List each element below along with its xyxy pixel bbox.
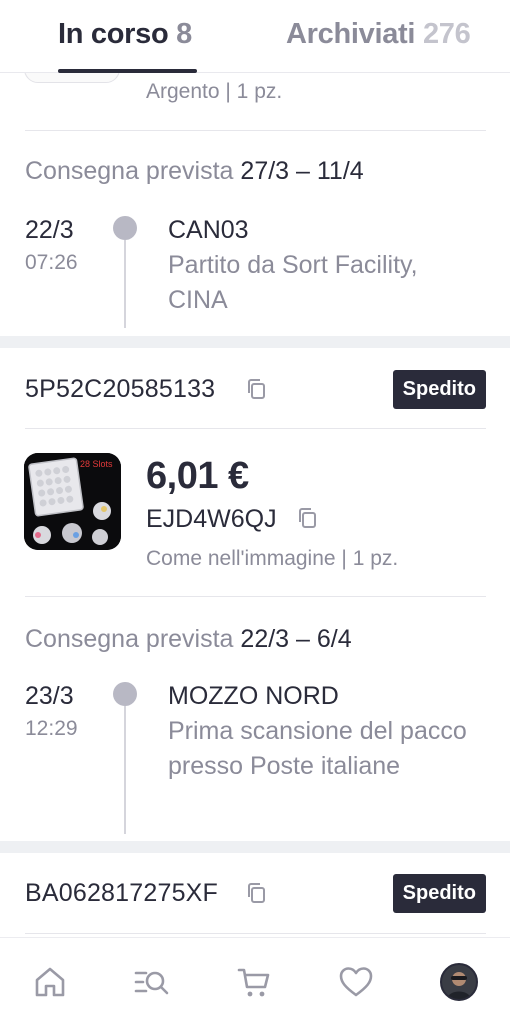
home-icon[interactable] [32, 964, 68, 1000]
orders-tab-bar: In corso 8 Archiviati 276 [0, 0, 510, 73]
search-list-icon[interactable] [134, 964, 170, 1000]
delivery-label: Consegna prevista [25, 625, 234, 653]
event-description: Prima scansione del pacco presso Poste i… [168, 717, 467, 780]
order-card: Argento | 1 pz. Consegna prevista 27/3 –… [0, 73, 510, 336]
timeline-dot [113, 216, 137, 240]
order-code: EJD4W6QJ [146, 505, 277, 533]
product-variant: Argento | 1 pz. [146, 80, 283, 103]
event-time: 12:29 [25, 717, 78, 740]
bottom-navigation [0, 937, 510, 1024]
timeline-dot [113, 682, 137, 706]
delivery-estimate: Consegna prevista 27/3 – 11/4 [25, 157, 364, 186]
card-separator [0, 336, 510, 348]
event-location: CAN03 [168, 216, 249, 244]
profile-avatar[interactable] [440, 963, 478, 1001]
copy-icon[interactable] [296, 506, 318, 530]
shipment-card[interactable]: BA062817275XF Spedito [0, 853, 510, 937]
shipment-card[interactable]: 5P52C20585133 Spedito 28 Slots 6,01 € EJ… [0, 348, 510, 841]
divider [25, 596, 486, 597]
tracking-number: 5P52C20585133 [25, 375, 216, 403]
product-variant: Come nell'immagine | 1 pz. [146, 547, 399, 570]
tab-in-progress[interactable]: In corso 8 [58, 18, 192, 51]
event-location: MOZZO NORD [168, 682, 339, 710]
cart-icon[interactable] [236, 964, 272, 1000]
tab-archived-label: Archiviati [286, 18, 416, 50]
product-thumbnail[interactable] [24, 73, 120, 83]
avatar-image [442, 965, 476, 999]
tab-archived-count: 276 [422, 18, 471, 50]
copy-icon[interactable] [245, 881, 267, 905]
timeline-line [124, 240, 126, 328]
delivery-dates: 27/3 – 11/4 [240, 157, 364, 185]
event-description: Partito da Sort Facility, CINA [168, 251, 418, 314]
order-price: 6,01 € [146, 455, 249, 497]
delivery-dates: 22/3 – 6/4 [240, 625, 352, 653]
thumbnail-badge-text: 28 Slots [80, 459, 113, 469]
divider [25, 130, 486, 131]
tab-archived[interactable]: Archiviati 276 [286, 18, 471, 51]
event-date: 22/3 [25, 216, 74, 244]
timeline-line [124, 706, 126, 834]
delivery-label: Consegna prevista [25, 157, 234, 185]
product-thumbnail[interactable]: 28 Slots [24, 453, 121, 550]
tracking-number: BA062817275XF [25, 879, 219, 907]
event-date: 23/3 [25, 682, 74, 710]
copy-icon[interactable] [245, 377, 267, 401]
orders-list[interactable]: Argento | 1 pz. Consegna prevista 27/3 –… [0, 73, 510, 937]
heart-icon[interactable] [338, 964, 374, 1000]
tab-in-progress-label: In corso [58, 18, 169, 50]
tab-in-progress-count: 8 [176, 18, 193, 50]
delivery-estimate: Consegna prevista 22/3 – 6/4 [25, 625, 352, 654]
divider [25, 428, 486, 429]
event-time: 07:26 [25, 251, 78, 274]
status-badge: Spedito [392, 874, 486, 913]
divider [25, 933, 486, 934]
active-tab-indicator [58, 69, 197, 73]
card-separator [0, 841, 510, 853]
status-badge: Spedito [392, 370, 486, 409]
